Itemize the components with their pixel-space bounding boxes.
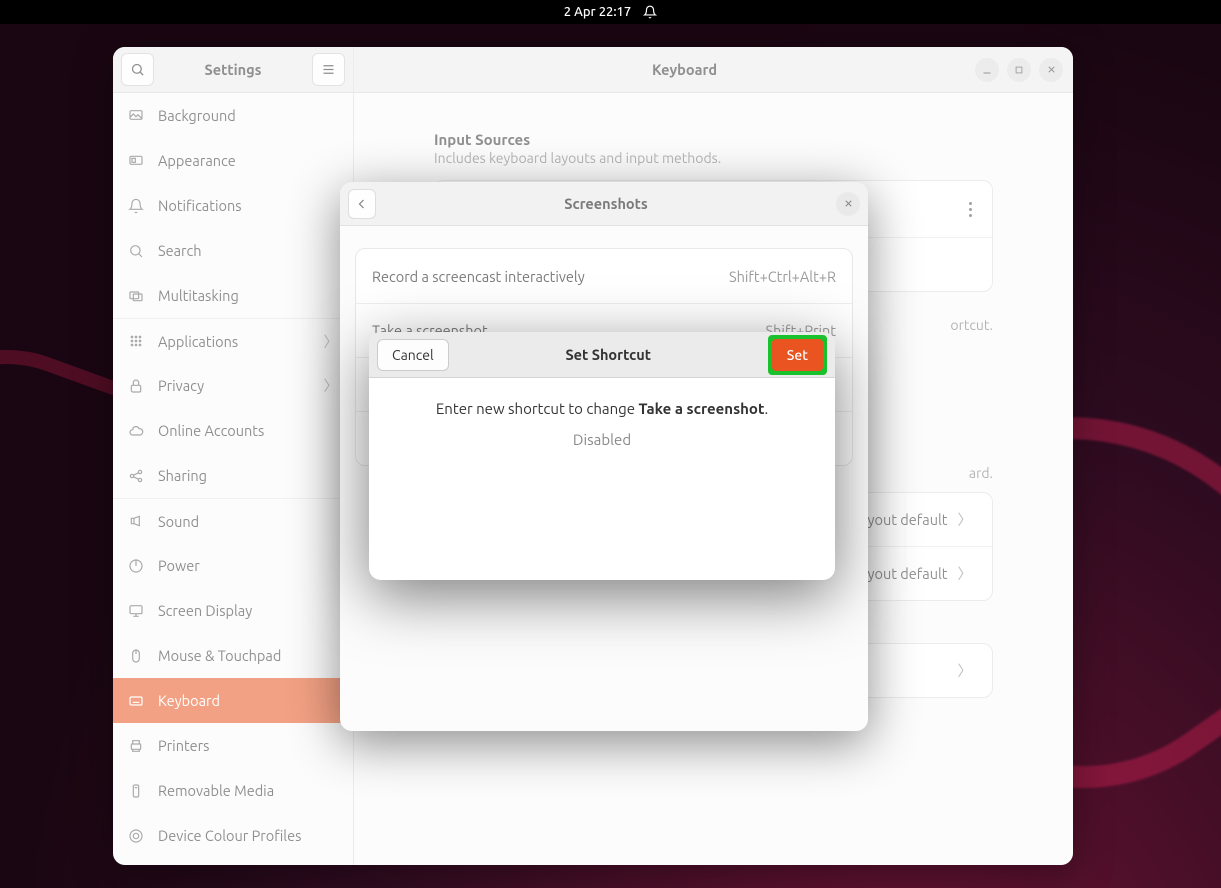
sidebar-item-label: Removable Media — [158, 782, 274, 799]
sidebar-item-label: Printers — [158, 737, 209, 754]
sidebar-item-label: Applications — [158, 333, 238, 350]
sidebar-item-mouse-touchpad[interactable]: Mouse & Touchpad — [113, 633, 353, 678]
sidebar: Settings Background Appearance Notificatio… — [113, 47, 354, 865]
set-button-highlight: Set — [768, 335, 827, 375]
sidebar-item-label: Device Colour Profiles — [158, 827, 301, 844]
appearance-icon — [128, 153, 144, 169]
hamburger-button[interactable] — [312, 53, 345, 86]
sidebar-item-label: Search — [158, 242, 202, 259]
set-shortcut-dialog: Cancel Set Shortcut Set Enter new shortc… — [369, 332, 835, 580]
sidebar-item-applications[interactable]: Applications 〉 — [113, 318, 353, 363]
sidebar-nav: Background Appearance Notifications Search M… — [113, 93, 353, 865]
gnome-topbar: 2 Apr 22:17 — [0, 0, 1221, 24]
window-close-button[interactable] — [1039, 58, 1063, 82]
sidebar-item-notifications[interactable]: Notifications — [113, 183, 353, 228]
truncated-hint-text: ortcut. — [950, 317, 993, 333]
content-title: Keyboard — [402, 61, 967, 78]
sidebar-title: Settings — [160, 61, 306, 78]
sidebar-item-label: Power — [158, 557, 200, 574]
chevron-right-icon: 〉 — [324, 331, 339, 352]
truncated-hint-text-2: ard. — [969, 465, 993, 481]
chevron-right-icon: 〉 — [958, 509, 973, 530]
shortcut-label: Record a screencast interactively — [372, 268, 585, 285]
section-input-sources-sub: Includes keyboard layouts and input meth… — [434, 150, 993, 166]
chevron-right-icon: 〉 — [958, 563, 973, 584]
sidebar-item-label: Screen Display — [158, 602, 252, 619]
sidebar-item-power[interactable]: Power — [113, 543, 353, 588]
sidebar-item-multitasking[interactable]: Multitasking — [113, 273, 353, 318]
lock-icon — [128, 378, 144, 394]
display-icon — [128, 603, 144, 619]
shortcut-row[interactable]: Record a screencast interactively Shift+C… — [356, 249, 852, 303]
set-shortcut-header: Cancel Set Shortcut Set — [369, 332, 835, 378]
cancel-button[interactable]: Cancel — [377, 339, 449, 371]
search-button[interactable] — [121, 53, 154, 86]
set-shortcut-instruction: Enter new shortcut to change Take a scre… — [389, 400, 815, 417]
keyboard-icon — [128, 693, 144, 709]
sidebar-item-label: Notifications — [158, 197, 242, 214]
share-icon — [128, 468, 144, 484]
apps-icon — [128, 333, 144, 349]
sidebar-item-online-accounts[interactable]: Online Accounts — [113, 408, 353, 453]
chevron-right-icon: 〉 — [958, 660, 973, 681]
screenshots-dialog-header: Screenshots — [340, 182, 868, 226]
sidebar-item-label: Appearance — [158, 152, 236, 169]
shortcut-accelerator: Shift+Ctrl+Alt+R — [729, 268, 836, 285]
set-button[interactable]: Set — [772, 339, 823, 371]
content-header: Keyboard — [354, 47, 1073, 93]
sidebar-item-appearance[interactable]: Appearance — [113, 138, 353, 183]
set-shortcut-status: Disabled — [389, 431, 815, 448]
sidebar-item-removable-media[interactable]: Removable Media — [113, 768, 353, 813]
sidebar-item-label: Multitasking — [158, 287, 239, 304]
sidebar-item-screen-display[interactable]: Screen Display — [113, 588, 353, 633]
screenshots-close-button[interactable] — [836, 192, 860, 216]
sidebar-item-label: Sharing — [158, 467, 207, 484]
sidebar-item-label: Privacy — [158, 377, 204, 394]
printer-icon — [128, 738, 144, 754]
sidebar-item-label: Mouse & Touchpad — [158, 647, 281, 664]
sidebar-item-keyboard[interactable]: Keyboard — [113, 678, 353, 723]
bell-icon — [128, 198, 144, 214]
back-button[interactable] — [348, 189, 376, 219]
set-shortcut-title: Set Shortcut — [449, 346, 768, 363]
sidebar-item-background[interactable]: Background — [113, 93, 353, 138]
notifications-icon[interactable] — [643, 5, 657, 19]
sidebar-item-privacy[interactable]: Privacy 〉 — [113, 363, 353, 408]
mouse-icon — [128, 648, 144, 664]
sidebar-item-sharing[interactable]: Sharing — [113, 453, 353, 498]
sidebar-header: Settings — [113, 47, 353, 93]
screenshots-dialog-title: Screenshots — [376, 195, 836, 212]
chevron-right-icon: 〉 — [324, 375, 339, 396]
window-maximize-button[interactable] — [1007, 58, 1031, 82]
search-icon — [128, 243, 144, 259]
sidebar-item-search[interactable]: Search — [113, 228, 353, 273]
sidebar-item-label: Background — [158, 107, 236, 124]
kebab-icon[interactable] — [969, 202, 972, 217]
media-icon — [128, 783, 144, 799]
sidebar-item-label: Online Accounts — [158, 422, 264, 439]
sidebar-item-sound[interactable]: Sound — [113, 498, 353, 543]
sidebar-item-device-colour-profiles[interactable]: Device Colour Profiles — [113, 813, 353, 858]
topbar-datetime[interactable]: 2 Apr 22:17 — [564, 5, 631, 19]
color-icon — [128, 828, 144, 844]
cloud-icon — [128, 423, 144, 439]
background-icon — [128, 108, 144, 124]
multitask-icon — [128, 288, 144, 304]
sidebar-item-printers[interactable]: Printers — [113, 723, 353, 768]
sound-icon — [128, 513, 144, 529]
section-input-sources-title: Input Sources — [434, 131, 993, 148]
power-icon — [128, 558, 144, 574]
window-minimize-button[interactable] — [975, 58, 999, 82]
sidebar-item-label: Keyboard — [158, 692, 220, 709]
sidebar-item-label: Sound — [158, 513, 199, 530]
